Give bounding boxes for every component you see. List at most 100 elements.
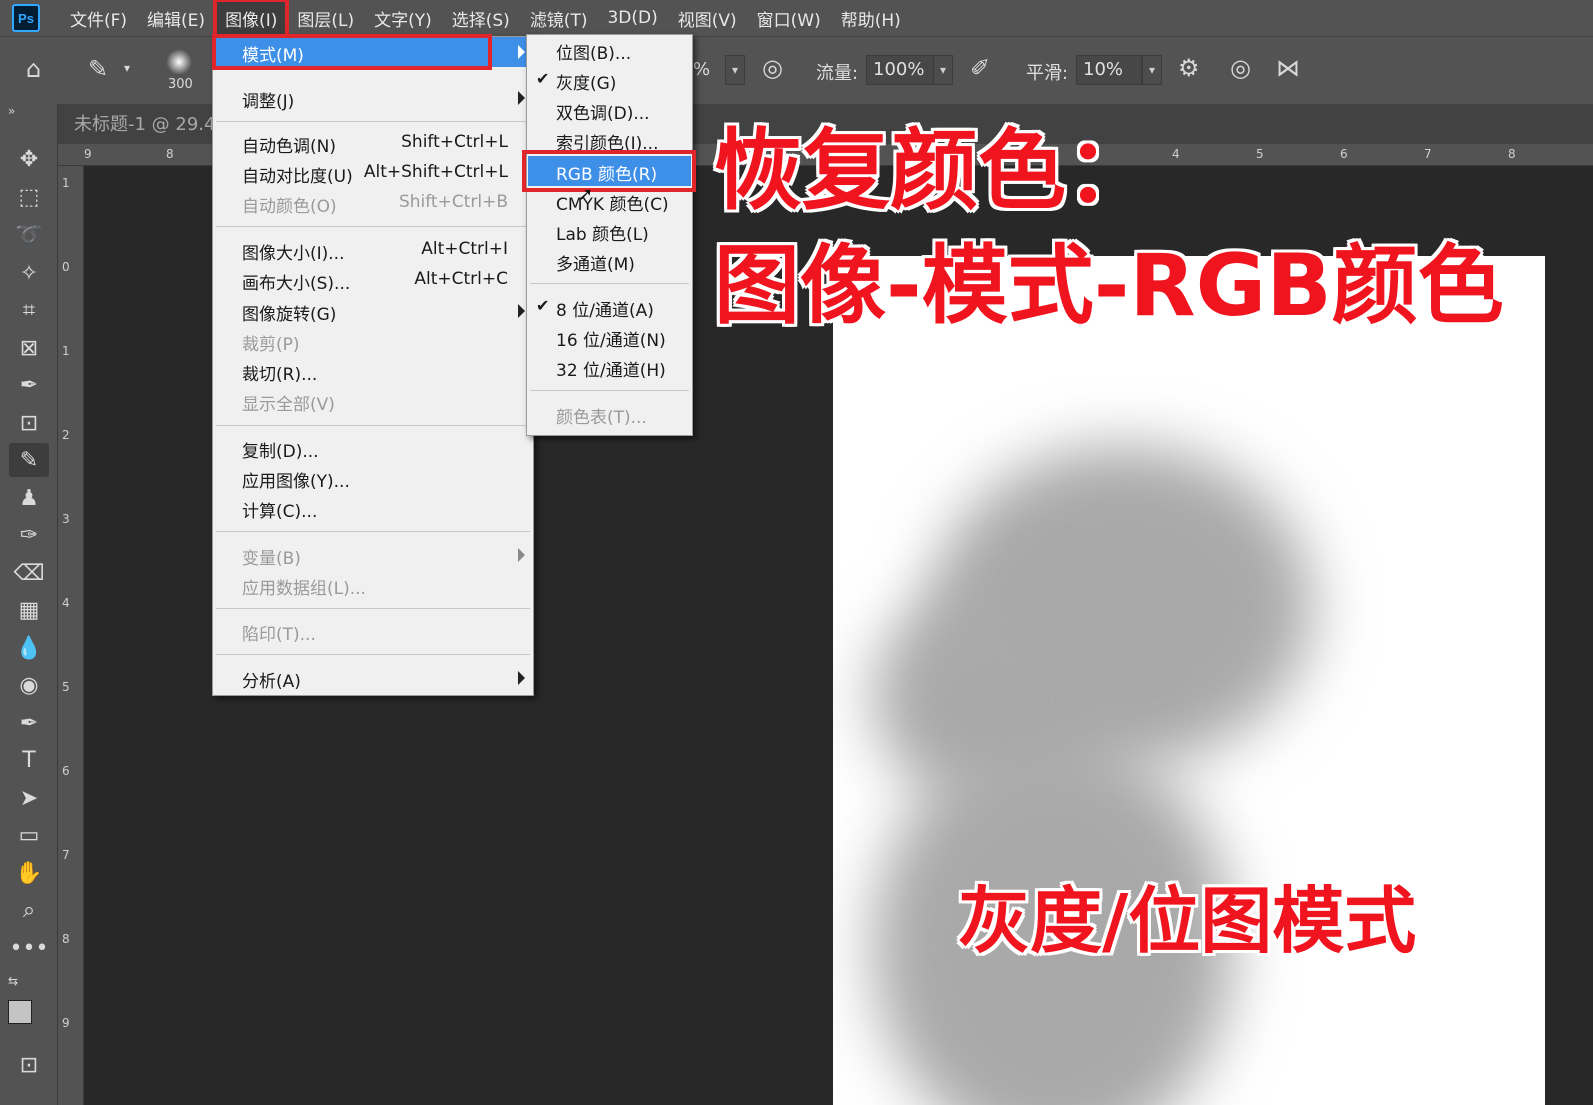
history-brush-icon[interactable]: ✑ <box>9 518 49 552</box>
stamp-icon[interactable]: ♟ <box>9 481 49 515</box>
opacity-dropdown[interactable]: ▾ <box>725 55 745 85</box>
mode-multichannel[interactable]: 多通道(M) <box>528 246 691 276</box>
checkmark-icon: ✔ <box>536 69 550 88</box>
swap-colors-icon[interactable]: ⇆ <box>8 974 18 988</box>
mode-color-table: 颜色表(T)... <box>556 408 647 428</box>
menu-select[interactable]: 选择(S) <box>444 2 518 35</box>
eraser-icon[interactable]: ⌫ <box>9 556 49 590</box>
mode-submenu: 位图(B)... ✔ 灰度(G) 双色调(D)... 索引颜色(I)... RGB… <box>526 34 693 436</box>
annotation-caption: 灰度/位图模式 <box>958 879 1417 963</box>
menu-bar: Ps 文件(F) 编辑(E) 图像(I) 图层(L) 文字(Y) 选择(S) 滤… <box>0 0 1593 39</box>
rectangle-icon[interactable]: ▭ <box>9 818 49 852</box>
brush-size-label: 300 <box>168 77 193 92</box>
smoothing-input[interactable]: 10% <box>1076 55 1142 85</box>
ruler-tick: 1 <box>62 344 70 358</box>
collapse-icon[interactable]: » <box>8 104 15 118</box>
frame-icon[interactable]: ⊠ <box>9 331 49 365</box>
mode-32-bit[interactable]: 32 位/通道(H) <box>528 352 691 382</box>
menu-item-duplicate[interactable]: 复制(D)... <box>214 433 532 463</box>
flow-input[interactable]: 100% <box>866 55 934 85</box>
ruler-vertical: 1 0 1 2 3 4 5 6 7 8 9 <box>58 166 84 1105</box>
symmetry-icon[interactable]: ⋈ <box>1276 54 1300 82</box>
menu-item-auto-tone[interactable]: 自动色调(N) Shift+Ctrl+L <box>214 128 532 158</box>
menu-edit[interactable]: 编辑(E) <box>139 2 213 35</box>
menu-item-image-rotation[interactable]: 图像旋转(G) <box>214 296 532 326</box>
hand-icon[interactable]: ✋ <box>9 856 49 890</box>
mode-grayscale[interactable]: ✔ 灰度(G) <box>528 65 691 95</box>
submenu-arrow-icon <box>518 548 525 562</box>
pen-icon[interactable]: ✒ <box>9 706 49 740</box>
brush-icon[interactable]: ✎ <box>9 443 49 477</box>
ruler-tick: 2 <box>62 428 70 442</box>
dodge-icon[interactable]: ◉ <box>9 668 49 702</box>
home-icon[interactable]: ⌂ <box>26 55 41 83</box>
patch-icon[interactable]: ⊡ <box>9 406 49 440</box>
submenu-arrow-icon <box>518 91 525 105</box>
menu-item-image-size[interactable]: 图像大小(I)... Alt+Ctrl+I <box>214 235 532 265</box>
path-select-icon[interactable]: ➤ <box>9 781 49 815</box>
mode-8-bit[interactable]: ✔ 8 位/通道(A) <box>528 292 691 322</box>
menu-item-trap: 陷印(T)... <box>242 625 316 645</box>
brush-size-preview[interactable] <box>166 49 192 75</box>
mode-lab-color[interactable]: Lab 颜色(L) <box>528 216 691 246</box>
document-tab[interactable]: 未标题-1 @ 29.4 <box>74 110 215 136</box>
menu-view[interactable]: 视图(V) <box>670 2 745 35</box>
airbrush-icon[interactable]: ✐ <box>970 54 990 82</box>
quick-mask-icon[interactable]: ⊡ <box>9 1048 49 1082</box>
chevron-down-icon[interactable]: ▾ <box>124 61 130 75</box>
more-icon[interactable]: ••• <box>9 931 49 965</box>
move-icon[interactable]: ✥ <box>9 142 49 176</box>
menu-item-analysis[interactable]: 分析(A) <box>214 663 532 693</box>
menu-file[interactable]: 文件(F) <box>62 2 135 35</box>
image-menu-dropdown: 模式(M) 调整(J) 自动色调(N) Shift+Ctrl+L 自动对比度(U)… <box>212 36 534 696</box>
marquee-icon[interactable]: ⬚ <box>9 180 49 214</box>
menu-item-reveal-all: 显示全部(V) <box>242 395 335 415</box>
menu-item-canvas-size[interactable]: 画布大小(S)... Alt+Ctrl+C <box>214 265 532 295</box>
mode-16-bit[interactable]: 16 位/通道(N) <box>528 322 691 352</box>
smoothing-dropdown[interactable]: ▾ <box>1142 55 1162 85</box>
photoshop-logo: Ps <box>12 4 40 32</box>
gradient-icon[interactable]: ▦ <box>9 593 49 627</box>
checkmark-icon: ✔ <box>536 296 550 315</box>
menu-help[interactable]: 帮助(H) <box>833 2 909 35</box>
type-icon[interactable]: T <box>9 743 49 777</box>
flow-dropdown[interactable]: ▾ <box>933 55 953 85</box>
ruler-tick: 8 <box>166 147 174 161</box>
annotation-heading-1: 恢复颜色： <box>714 119 1155 222</box>
foreground-color-swatch[interactable] <box>8 1000 32 1024</box>
eyedropper-icon[interactable]: ✒ <box>9 368 49 402</box>
crop-icon[interactable]: ⌗ <box>9 293 49 327</box>
mode-duotone[interactable]: 双色调(D)... <box>528 95 691 125</box>
zoom-icon[interactable]: ⌕ <box>9 893 49 927</box>
ruler-tick: 6 <box>62 764 70 778</box>
menu-layer[interactable]: 图层(L) <box>289 2 362 35</box>
magic-wand-icon[interactable]: ✧ <box>9 256 49 290</box>
lasso-icon[interactable]: ➰ <box>9 218 49 252</box>
menu-image[interactable]: 图像(I) <box>213 0 290 39</box>
ruler-tick: 9 <box>84 147 92 161</box>
menu-item-adjustments[interactable]: 调整(J) <box>214 83 532 113</box>
menu-window[interactable]: 窗口(W) <box>749 2 829 35</box>
menu-item-crop: 裁剪(P) <box>242 335 300 355</box>
menu-type[interactable]: 文字(Y) <box>366 2 440 35</box>
gear-icon[interactable]: ⚙ <box>1178 54 1200 82</box>
ruler-tick: 7 <box>1424 147 1432 161</box>
smoothing-label: 平滑: <box>1026 63 1069 84</box>
ruler-tick: 3 <box>62 512 70 526</box>
menu-filter[interactable]: 滤镜(T) <box>522 2 596 35</box>
ruler-tick: 5 <box>62 680 70 694</box>
ruler-tick: 8 <box>62 932 70 946</box>
pressure-opacity-icon[interactable]: ◎ <box>762 54 783 82</box>
pressure-size-icon[interactable]: ◎ <box>1230 54 1251 82</box>
menu-item-apply-image[interactable]: 应用图像(Y)... <box>214 463 532 493</box>
blur-icon[interactable]: 💧 <box>9 631 49 665</box>
menu-item-calculations[interactable]: 计算(C)... <box>214 493 532 523</box>
document-canvas[interactable] <box>833 256 1545 1105</box>
submenu-arrow-icon <box>518 45 525 59</box>
menu-item-auto-contrast[interactable]: 自动对比度(U) Alt+Shift+Ctrl+L <box>214 158 532 188</box>
ruler-tick: 4 <box>62 596 70 610</box>
menu-item-trim[interactable]: 裁切(R)... <box>214 356 532 386</box>
brush-preset-icon[interactable]: ✎ <box>88 55 108 83</box>
menu-3d[interactable]: 3D(D) <box>599 4 665 32</box>
mode-bitmap[interactable]: 位图(B)... <box>528 35 691 65</box>
